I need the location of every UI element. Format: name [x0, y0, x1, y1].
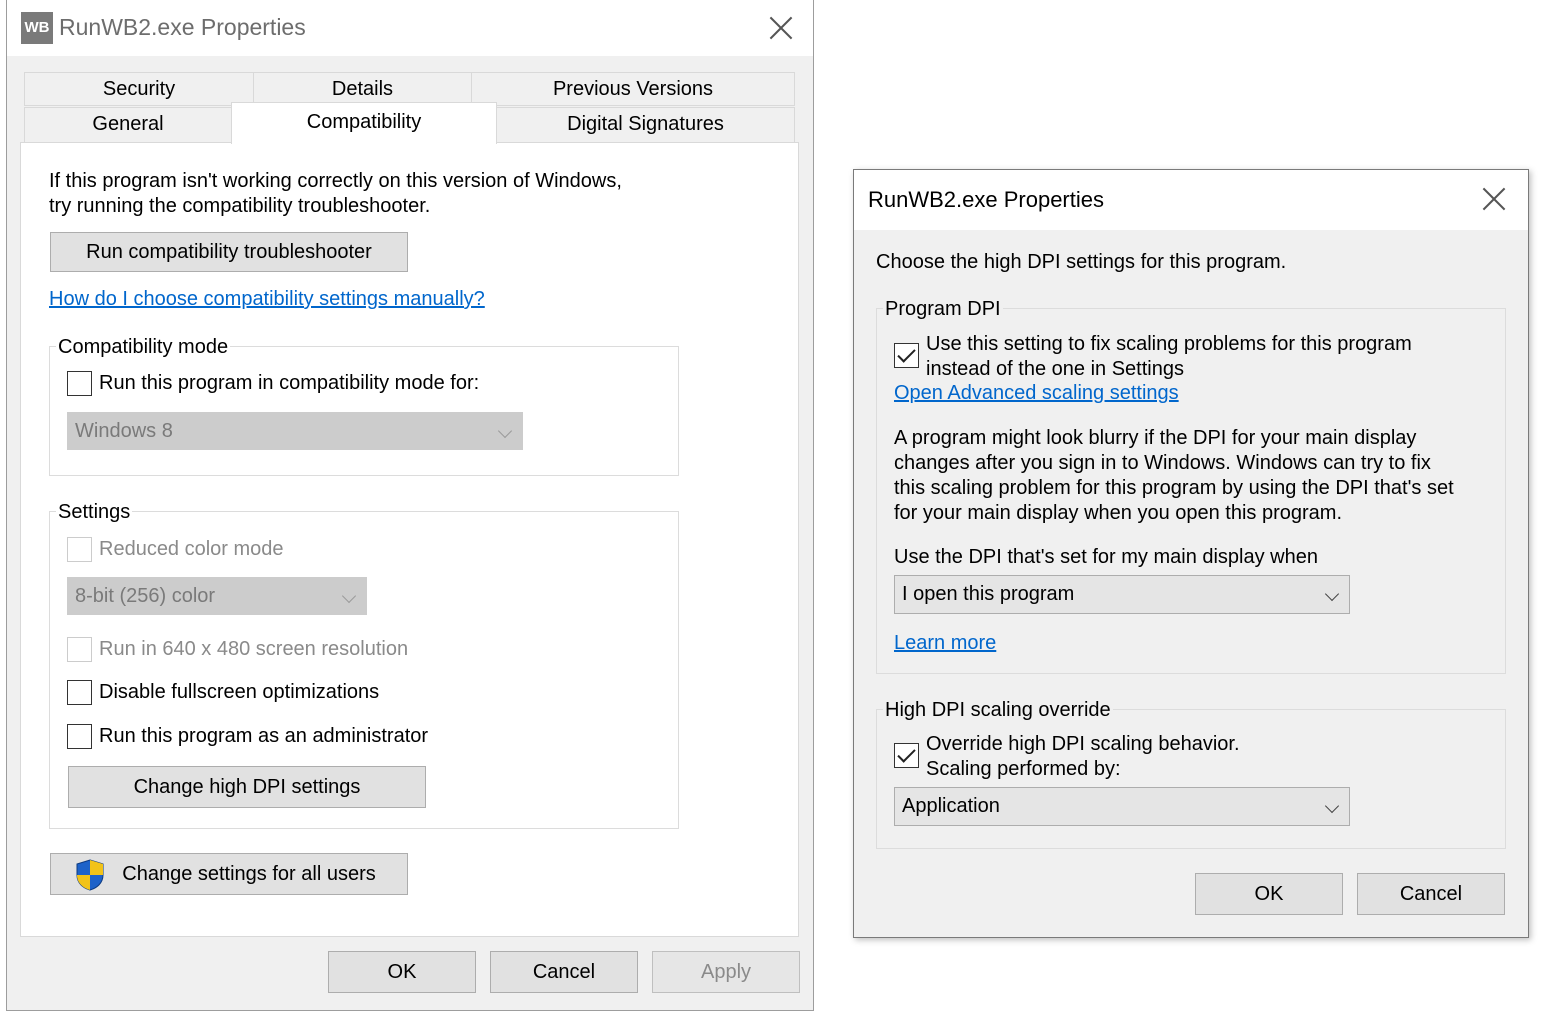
compatibility-os-value: Windows 8: [75, 420, 173, 442]
dpi-override-label: High DPI scaling override: [883, 698, 1113, 722]
ok-button[interactable]: OK: [328, 951, 476, 993]
override-scaling-checkbox[interactable]: [894, 743, 919, 768]
run-as-admin-label: Run this program as an administrator: [99, 725, 429, 747]
compatibility-os-select: Windows 8: [67, 412, 523, 450]
tab-security[interactable]: Security: [24, 72, 254, 106]
reduced-color-checkbox: [67, 537, 92, 562]
scaling-performed-by-value: Application: [902, 795, 1000, 817]
run-troubleshooter-button[interactable]: Run compatibility troubleshooter: [50, 232, 408, 272]
fix-scaling-label-line1: Use this setting to fix scaling problems…: [926, 333, 1412, 355]
program-dpi-label: Program DPI: [883, 297, 1003, 321]
tab-details[interactable]: Details: [253, 72, 472, 106]
tab-digital-signatures[interactable]: Digital Signatures: [496, 107, 795, 143]
apply-button: Apply: [652, 951, 800, 993]
tab-previous-versions[interactable]: Previous Versions: [471, 72, 795, 106]
tab-compatibility[interactable]: Compatibility: [231, 102, 497, 144]
settings-label: Settings: [56, 500, 133, 524]
reduced-color-label: Reduced color mode: [99, 538, 284, 560]
compatibility-mode-checkbox[interactable]: [67, 371, 92, 396]
tab-general[interactable]: General: [24, 107, 232, 143]
change-settings-all-users-button[interactable]: Change settings for all users: [50, 853, 408, 895]
compatibility-mode-checkbox-label: Run this program in compatibility mode f…: [99, 372, 480, 394]
dpi-description-line4: for your main display when you open this…: [894, 502, 1343, 524]
dpi-description-line1: A program might look blurry if the DPI f…: [894, 427, 1417, 449]
cancel-button[interactable]: Cancel: [1357, 873, 1505, 915]
intro-text-line1: If this program isn't working correctly …: [49, 170, 622, 192]
advanced-scaling-link[interactable]: Open Advanced scaling settings: [894, 382, 1179, 405]
chevron-down-icon: [497, 423, 513, 439]
resolution-640-checkbox: [67, 637, 92, 662]
close-icon[interactable]: [769, 16, 793, 40]
cancel-button[interactable]: Cancel: [490, 951, 638, 993]
title-bar: WB RunWB2.exe Properties: [7, 0, 813, 56]
dpi-when-value: I open this program: [902, 583, 1075, 605]
app-icon: WB: [21, 12, 53, 44]
fix-scaling-checkbox[interactable]: [894, 343, 919, 368]
override-scaling-label-line1: Override high DPI scaling behavior.: [926, 733, 1240, 755]
ok-button[interactable]: OK: [1195, 873, 1343, 915]
dpi-description-line2: changes after you sign in to Windows. Wi…: [894, 452, 1431, 474]
window-title: RunWB2.exe Properties: [59, 14, 306, 40]
fix-scaling-label-line2: instead of the one in Settings: [926, 358, 1184, 380]
uac-shield-icon: [76, 859, 104, 891]
chevron-down-icon: [341, 588, 357, 604]
chevron-down-icon: [1324, 798, 1340, 814]
change-dpi-settings-button[interactable]: Change high DPI settings: [68, 766, 426, 808]
override-scaling-label-line2: Scaling performed by:: [926, 758, 1121, 780]
dialog-heading: Choose the high DPI settings for this pr…: [876, 251, 1287, 273]
resolution-640-label: Run in 640 x 480 screen resolution: [99, 638, 409, 660]
dpi-description-line3: this scaling problem for this program by…: [894, 477, 1454, 499]
disable-fullscreen-label: Disable fullscreen optimizations: [99, 681, 380, 703]
color-depth-select: 8-bit (256) color: [67, 577, 367, 615]
change-settings-all-users-label: Change settings for all users: [122, 863, 376, 885]
properties-dialog: WB RunWB2.exe Properties Security Detail…: [6, 0, 814, 1011]
disable-fullscreen-checkbox[interactable]: [67, 680, 92, 705]
dpi-when-select[interactable]: I open this program: [894, 575, 1350, 614]
compatibility-mode-group: Compatibility mode: [49, 335, 679, 476]
color-depth-value: 8-bit (256) color: [75, 585, 216, 607]
learn-more-link[interactable]: Learn more: [894, 632, 996, 655]
dpi-when-label: Use the DPI that's set for my main displ…: [894, 546, 1318, 568]
window-title: RunWB2.exe Properties: [868, 187, 1104, 212]
title-bar: RunWB2.exe Properties: [854, 170, 1528, 230]
chevron-down-icon: [1324, 586, 1340, 602]
high-dpi-dialog: RunWB2.exe Properties Choose the high DP…: [853, 169, 1529, 938]
scaling-performed-by-select[interactable]: Application: [894, 787, 1350, 826]
manual-settings-link[interactable]: How do I choose compatibility settings m…: [49, 288, 485, 311]
compatibility-mode-label: Compatibility mode: [56, 335, 231, 359]
close-icon[interactable]: [1482, 187, 1506, 211]
run-as-admin-checkbox[interactable]: [67, 724, 92, 749]
intro-text-line2: try running the compatibility troublesho…: [49, 195, 431, 217]
